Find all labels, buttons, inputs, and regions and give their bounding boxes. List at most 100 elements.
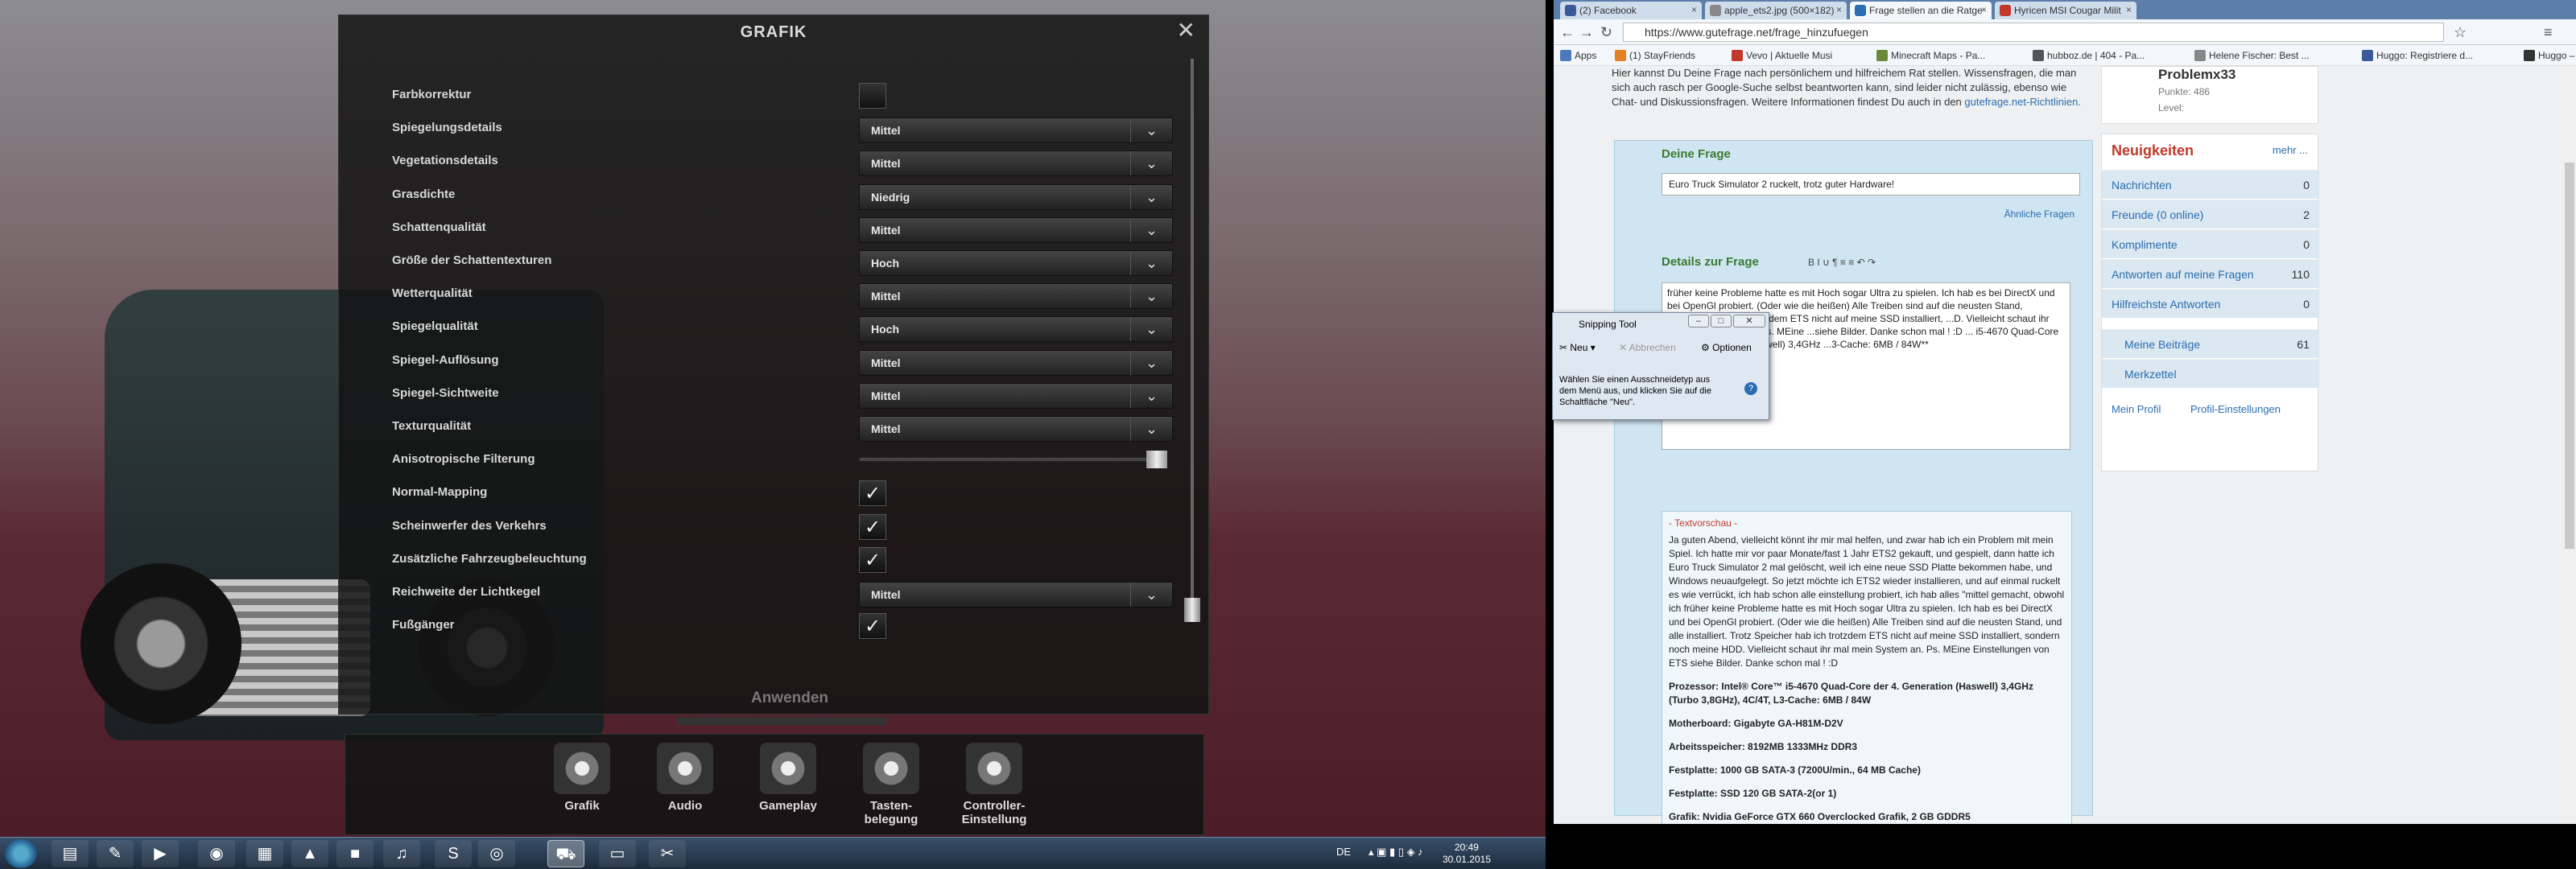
new-snip-button[interactable]: ✂ Neu ▾	[1559, 342, 1596, 353]
pen-tool-icon[interactable]: ✎	[97, 840, 134, 867]
bookmark-item[interactable]: hubboz.de | 404 - Pa...	[2033, 50, 2145, 61]
vlc-icon[interactable]: ▲	[291, 840, 328, 867]
chevron-down-icon[interactable]: ⌄	[1130, 583, 1172, 607]
news-row[interactable]: Freunde (0 online) 2	[2102, 200, 2319, 229]
setting-checkbox[interactable]: ✓	[859, 613, 886, 640]
chevron-down-icon[interactable]: ⌄	[1130, 251, 1172, 275]
chevron-down-icon[interactable]: ⌄	[1130, 151, 1172, 176]
slider-knob[interactable]	[1146, 451, 1167, 469]
chevron-down-icon[interactable]: ⌄	[1130, 317, 1172, 342]
tab-microphone[interactable]: Audio	[637, 743, 733, 813]
ets2-taskbar-icon[interactable]: ⛟	[547, 840, 584, 867]
setting-checkbox[interactable]: ✓	[859, 546, 886, 573]
setting-dropdown[interactable]: Mittel ⌄	[859, 582, 1173, 607]
chevron-down-icon[interactable]: ⌄	[1130, 417, 1172, 441]
news-more-link[interactable]: mehr ...	[2273, 144, 2308, 156]
window-icon[interactable]: ▭	[599, 840, 636, 867]
guidelines-link[interactable]: gutefrage.net-Richtlinien.	[1964, 96, 2081, 108]
chevron-down-icon[interactable]: ⌄	[1130, 383, 1172, 408]
scrollbar-thumb[interactable]	[1184, 598, 1200, 622]
browser-tab[interactable]: Hyricen MSI Cougar Milit ×	[1995, 2, 2136, 19]
tab-close-icon[interactable]: ×	[2126, 4, 2132, 15]
news-row[interactable]: Hilfreichste Antworten 0	[2102, 289, 2319, 318]
tab-controller[interactable]: Controller- Einstellung	[946, 743, 1042, 826]
spotify-icon[interactable]: ♫	[383, 840, 420, 867]
bookmark-item[interactable]: Apps	[1560, 50, 1596, 61]
url-input[interactable]: https://www.gutefrage.net/frage_hinzufue…	[1623, 23, 2444, 42]
tab-keyboard[interactable]: Tasten- belegung	[843, 743, 939, 826]
setting-dropdown[interactable]: Mittel ⌄	[859, 216, 1173, 243]
bookmark-item[interactable]: Helene Fischer: Best ...	[2194, 50, 2310, 61]
tab-close-icon[interactable]: ×	[1836, 4, 1842, 15]
chrome-icon[interactable]: ◉	[198, 840, 235, 867]
browser-tab[interactable]: apple_ets2.jpg (500×182) ×	[1705, 2, 1847, 19]
tab-steering-wheel[interactable]: Gameplay	[740, 743, 836, 813]
bookmark-item[interactable]: Huggo: Registriere d...	[2362, 50, 2473, 61]
bookmarks-row[interactable]: Merkzettel	[2102, 359, 2319, 388]
forward-icon[interactable]: →	[1579, 24, 1594, 41]
setting-dropdown[interactable]: Mittel ⌄	[859, 150, 1173, 177]
back-icon[interactable]: ←	[1560, 24, 1575, 41]
network-icon[interactable]: ▦	[246, 840, 283, 867]
chevron-down-icon[interactable]: ⌄	[1130, 284, 1172, 309]
steam-icon[interactable]: ◎	[478, 840, 515, 867]
cancel-snip-button[interactable]: ✕ Abbrechen	[1619, 342, 1676, 353]
apply-button[interactable]: Anwenden	[669, 690, 910, 714]
snipping-tool-icon[interactable]: ✂	[649, 840, 686, 867]
chevron-down-icon[interactable]: ⌄	[1130, 217, 1172, 242]
setting-dropdown[interactable]: Mittel ⌄	[859, 382, 1173, 409]
start-button[interactable]	[5, 839, 37, 868]
tab-close-icon[interactable]: ×	[1981, 4, 1987, 15]
clock[interactable]: 20:49 30.01.2015	[1443, 842, 1491, 866]
setting-checkbox[interactable]: ✓	[859, 480, 886, 507]
setting-dropdown[interactable]: Mittel ⌄	[859, 349, 1173, 376]
my-profile-link[interactable]: Mein Profil	[2112, 403, 2161, 415]
menu-icon[interactable]: ≡	[2544, 24, 2553, 41]
similar-questions-link[interactable]: Ähnliche Fragen	[2004, 208, 2074, 220]
news-row[interactable]: Komplimente 0	[2102, 229, 2319, 258]
setting-dropdown[interactable]: Niedrig ⌄	[859, 183, 1173, 210]
chevron-down-icon[interactable]: ⌄	[1130, 350, 1172, 375]
skype-icon[interactable]: S	[435, 840, 472, 867]
tab-monitor[interactable]: Grafik	[534, 743, 630, 813]
maximize-icon[interactable]: □	[1711, 315, 1732, 327]
options-button[interactable]: ⚙ Optionen	[1701, 342, 1752, 353]
setting-dropdown[interactable]: Hoch ⌄	[859, 250, 1173, 276]
tray-icons[interactable]: ▴ ▣ ▮ ▯ ◈ ♪	[1368, 846, 1423, 859]
help-icon[interactable]: ?	[1744, 382, 1757, 395]
reload-icon[interactable]: ↻	[1600, 24, 1612, 41]
setting-dropdown[interactable]: Mittel ⌄	[859, 283, 1173, 310]
browser-tab[interactable]: Frage stellen an die Ratge ×	[1850, 2, 1992, 19]
explorer-icon[interactable]: ▤	[52, 840, 89, 867]
news-row[interactable]: Antworten auf meine Fragen 110	[2102, 259, 2319, 288]
editor-toolbar[interactable]: B I ∪ ¶ ≡ ≡ ↶ ↷	[1808, 257, 1876, 268]
setting-dropdown[interactable]: Mittel ⌄	[859, 416, 1173, 442]
bookmark-item[interactable]: (1) StayFriends	[1615, 50, 1695, 61]
close-icon[interactable]: ✕	[1177, 19, 1195, 43]
close-icon[interactable]: ✕	[1733, 315, 1765, 327]
bookmark-item[interactable]: Huggo – Home	[2524, 50, 2576, 61]
chevron-down-icon[interactable]: ⌄	[1130, 118, 1172, 143]
profile-name[interactable]: Problemx33	[2158, 67, 2235, 83]
news-row[interactable]: Nachrichten 0	[2102, 170, 2319, 199]
settings-scrollbar[interactable]	[1184, 59, 1200, 622]
setting-slider[interactable]	[859, 451, 1167, 469]
minecraft-icon[interactable]: ■	[336, 840, 374, 867]
minimize-icon[interactable]: –	[1688, 315, 1709, 327]
setting-checkbox[interactable]: ✓	[859, 513, 886, 540]
media-player-icon[interactable]: ▶	[142, 840, 179, 867]
star-icon[interactable]: ☆	[2454, 24, 2467, 41]
question-title-input[interactable]: Euro Truck Simulator 2 ruckelt, trotz gu…	[1662, 173, 2080, 196]
browser-tab[interactable]: (2) Facebook ×	[1560, 2, 1702, 19]
setting-checkbox[interactable]	[859, 83, 886, 109]
bookmark-item[interactable]: Vevo | Aktuelle Musi	[1732, 50, 1832, 61]
page-scrollbar-thumb[interactable]	[2565, 163, 2574, 549]
my-posts-row[interactable]: Meine Beiträge 61	[2102, 329, 2319, 358]
profile-settings-link[interactable]: Profil-Einstellungen	[2190, 403, 2281, 415]
chevron-down-icon[interactable]: ⌄	[1130, 184, 1172, 209]
tab-close-icon[interactable]: ×	[1691, 4, 1697, 15]
bookmark-item[interactable]: Minecraft Maps - Pa...	[1876, 50, 1985, 61]
page-scrollbar[interactable]	[2563, 66, 2576, 824]
language-indicator[interactable]: DE	[1336, 846, 1351, 858]
setting-dropdown[interactable]: Mittel ⌄	[859, 117, 1173, 144]
